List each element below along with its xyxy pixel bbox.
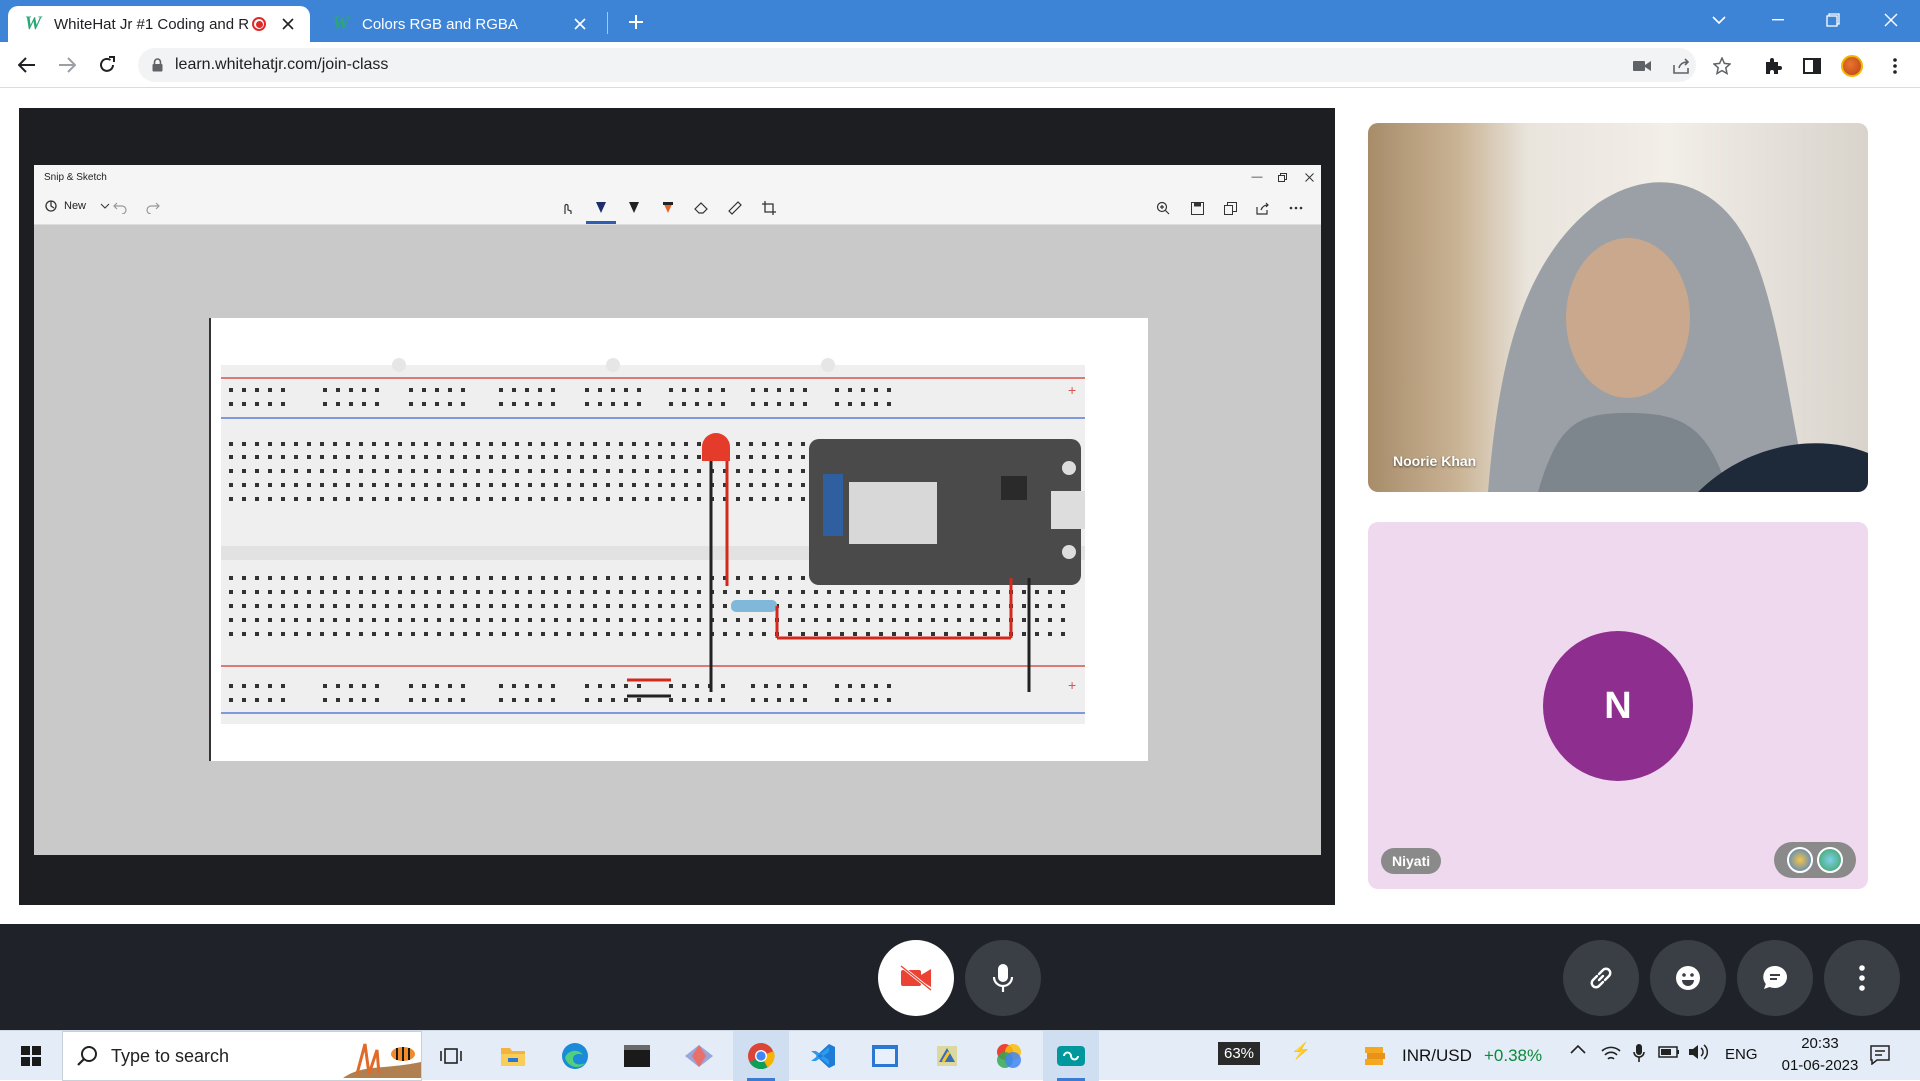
reaction-badges	[1774, 842, 1856, 878]
url-text: learn.whitehatjr.com/join-class	[175, 56, 389, 73]
share-icon[interactable]	[1672, 57, 1692, 75]
vscode-icon[interactable]	[795, 1031, 851, 1081]
snip-ballpoint-pen-icon	[586, 197, 616, 224]
camera-toggle-button[interactable]	[878, 940, 954, 1016]
battery-tray-icon[interactable]	[1658, 1045, 1680, 1059]
snip-app-title: Snip & Sketch	[34, 165, 1321, 189]
chrome-browser-icon[interactable]	[733, 1031, 789, 1081]
tab-colors-rgb[interactable]: W Colors RGB and RGBA	[316, 6, 602, 42]
tab-search-chevron-icon[interactable]	[1694, 0, 1744, 40]
participant-name-chip: Niyati	[1381, 848, 1442, 874]
close-window-button[interactable]	[1866, 0, 1916, 40]
volume-icon[interactable]	[1688, 1043, 1710, 1061]
snip-new-button: New	[44, 199, 110, 213]
snip-zoom-icon	[1152, 197, 1174, 219]
stock-widget-icon[interactable]	[1348, 1031, 1404, 1081]
address-bar[interactable]: learn.whitehatjr.com/join-class	[138, 48, 1731, 82]
close-tab-icon[interactable]	[570, 18, 590, 30]
app-icon[interactable]	[671, 1031, 727, 1081]
windows-start-button[interactable]	[3, 1031, 59, 1081]
tab-separator	[607, 12, 608, 34]
gpu-indicator-icon: ⚡	[1291, 1043, 1311, 1060]
new-tab-button[interactable]	[622, 8, 650, 36]
clock-time[interactable]: 20:33	[1785, 1035, 1855, 1052]
stock-change[interactable]: +0.38%	[1484, 1046, 1542, 1066]
meeting-controls-bar	[0, 924, 1920, 1030]
file-explorer-icon[interactable]	[485, 1031, 541, 1081]
whitehat-favicon-icon: W	[24, 13, 42, 34]
clock-date[interactable]: 01-06-2023	[1770, 1057, 1870, 1074]
network-icon[interactable]	[1601, 1044, 1621, 1062]
browser-tab-strip: W WhiteHat Jr #1 Coding and R W Colors R…	[0, 0, 1920, 42]
task-view-icon[interactable]	[423, 1031, 479, 1081]
snip-highlighter-icon	[657, 197, 679, 219]
stock-symbol[interactable]: INR/USD	[1402, 1046, 1472, 1066]
search-placeholder: Type to search	[111, 1045, 230, 1066]
forward-button[interactable]	[51, 49, 83, 81]
reload-button[interactable]	[91, 49, 123, 81]
chrome-menu-icon[interactable]	[1884, 55, 1906, 77]
terminal-icon[interactable]	[609, 1031, 665, 1081]
language-indicator[interactable]: ENG	[1725, 1046, 1758, 1063]
side-panel-icon[interactable]	[1801, 55, 1823, 77]
battery-percentage[interactable]: 63%	[1218, 1042, 1261, 1065]
badge-icon	[1787, 847, 1813, 873]
snip-eraser-icon	[690, 197, 712, 219]
minimize-window-button[interactable]	[1753, 0, 1803, 40]
bookmark-star-icon[interactable]	[1712, 57, 1732, 75]
chat-button[interactable]	[1737, 940, 1813, 1016]
profile-avatar[interactable]	[1841, 55, 1863, 77]
recording-indicator-icon	[252, 17, 266, 31]
snip-undo-icon	[109, 197, 131, 219]
tab-whitehat-class[interactable]: W WhiteHat Jr #1 Coding and R	[8, 6, 310, 42]
snip-redo-icon	[142, 197, 164, 219]
snip-pencil-icon	[623, 197, 645, 219]
tab-title: Colors RGB and RGBA	[362, 15, 518, 33]
arduino-ide-icon[interactable]	[1043, 1031, 1099, 1081]
snip-touch-writing-icon	[556, 197, 578, 219]
snip-close-icon	[1293, 165, 1325, 189]
chevron-up-icon[interactable]	[1570, 1044, 1586, 1054]
participant-avatar-tile[interactable]: N Niyati	[1368, 522, 1868, 889]
lock-icon[interactable]	[152, 58, 163, 72]
circuit-image: + +	[209, 318, 1148, 761]
tab-title: WhiteHat Jr #1 Coding and R	[54, 15, 250, 33]
snip-new-label: New	[64, 200, 87, 212]
screen-app-icon[interactable]	[857, 1031, 913, 1081]
participant-video-tile[interactable]: Noorie Khan	[1368, 123, 1868, 492]
microphone-tray-icon[interactable]	[1633, 1043, 1645, 1063]
notifications-icon[interactable]	[1869, 1043, 1891, 1065]
back-button[interactable]	[11, 49, 43, 81]
search-highlight-icon	[343, 1043, 421, 1078]
copy-link-button[interactable]	[1563, 940, 1639, 1016]
badge-icon	[1817, 847, 1843, 873]
restore-window-button[interactable]	[1808, 0, 1858, 40]
search-icon	[77, 1046, 97, 1066]
color-app-icon[interactable]	[981, 1031, 1037, 1081]
extensions-puzzle-icon[interactable]	[1762, 55, 1784, 77]
svg-text:+: +	[1068, 382, 1076, 398]
windows-taskbar: Type to search 63% ⚡ INR/USD +0.38% ENG …	[0, 1030, 1920, 1081]
snip-save-icon	[1186, 197, 1208, 219]
camera-in-use-icon[interactable]	[1632, 57, 1652, 75]
snip-share-icon	[1252, 197, 1274, 219]
edge-browser-icon[interactable]	[547, 1031, 603, 1081]
avatar: N	[1543, 631, 1693, 781]
snip-toolbar: New	[34, 189, 1321, 225]
more-options-button[interactable]	[1824, 940, 1900, 1016]
snip-crop-icon	[758, 197, 780, 219]
close-tab-icon[interactable]	[278, 18, 298, 30]
taskbar-search-box[interactable]: Type to search	[62, 1031, 422, 1081]
participant-name-label: Noorie Khan	[1393, 453, 1477, 469]
snip-more-icon	[1285, 197, 1307, 219]
whitehat-favicon-icon: W	[332, 13, 350, 34]
svg-text:+: +	[1068, 677, 1076, 693]
snip-ruler-icon	[724, 197, 746, 219]
browser-toolbar: learn.whitehatjr.com/join-class	[0, 42, 1920, 88]
microphone-button[interactable]	[965, 940, 1041, 1016]
snip-copy-icon	[1219, 197, 1241, 219]
python-app-icon[interactable]	[919, 1031, 975, 1081]
emoji-reaction-button[interactable]	[1650, 940, 1726, 1016]
